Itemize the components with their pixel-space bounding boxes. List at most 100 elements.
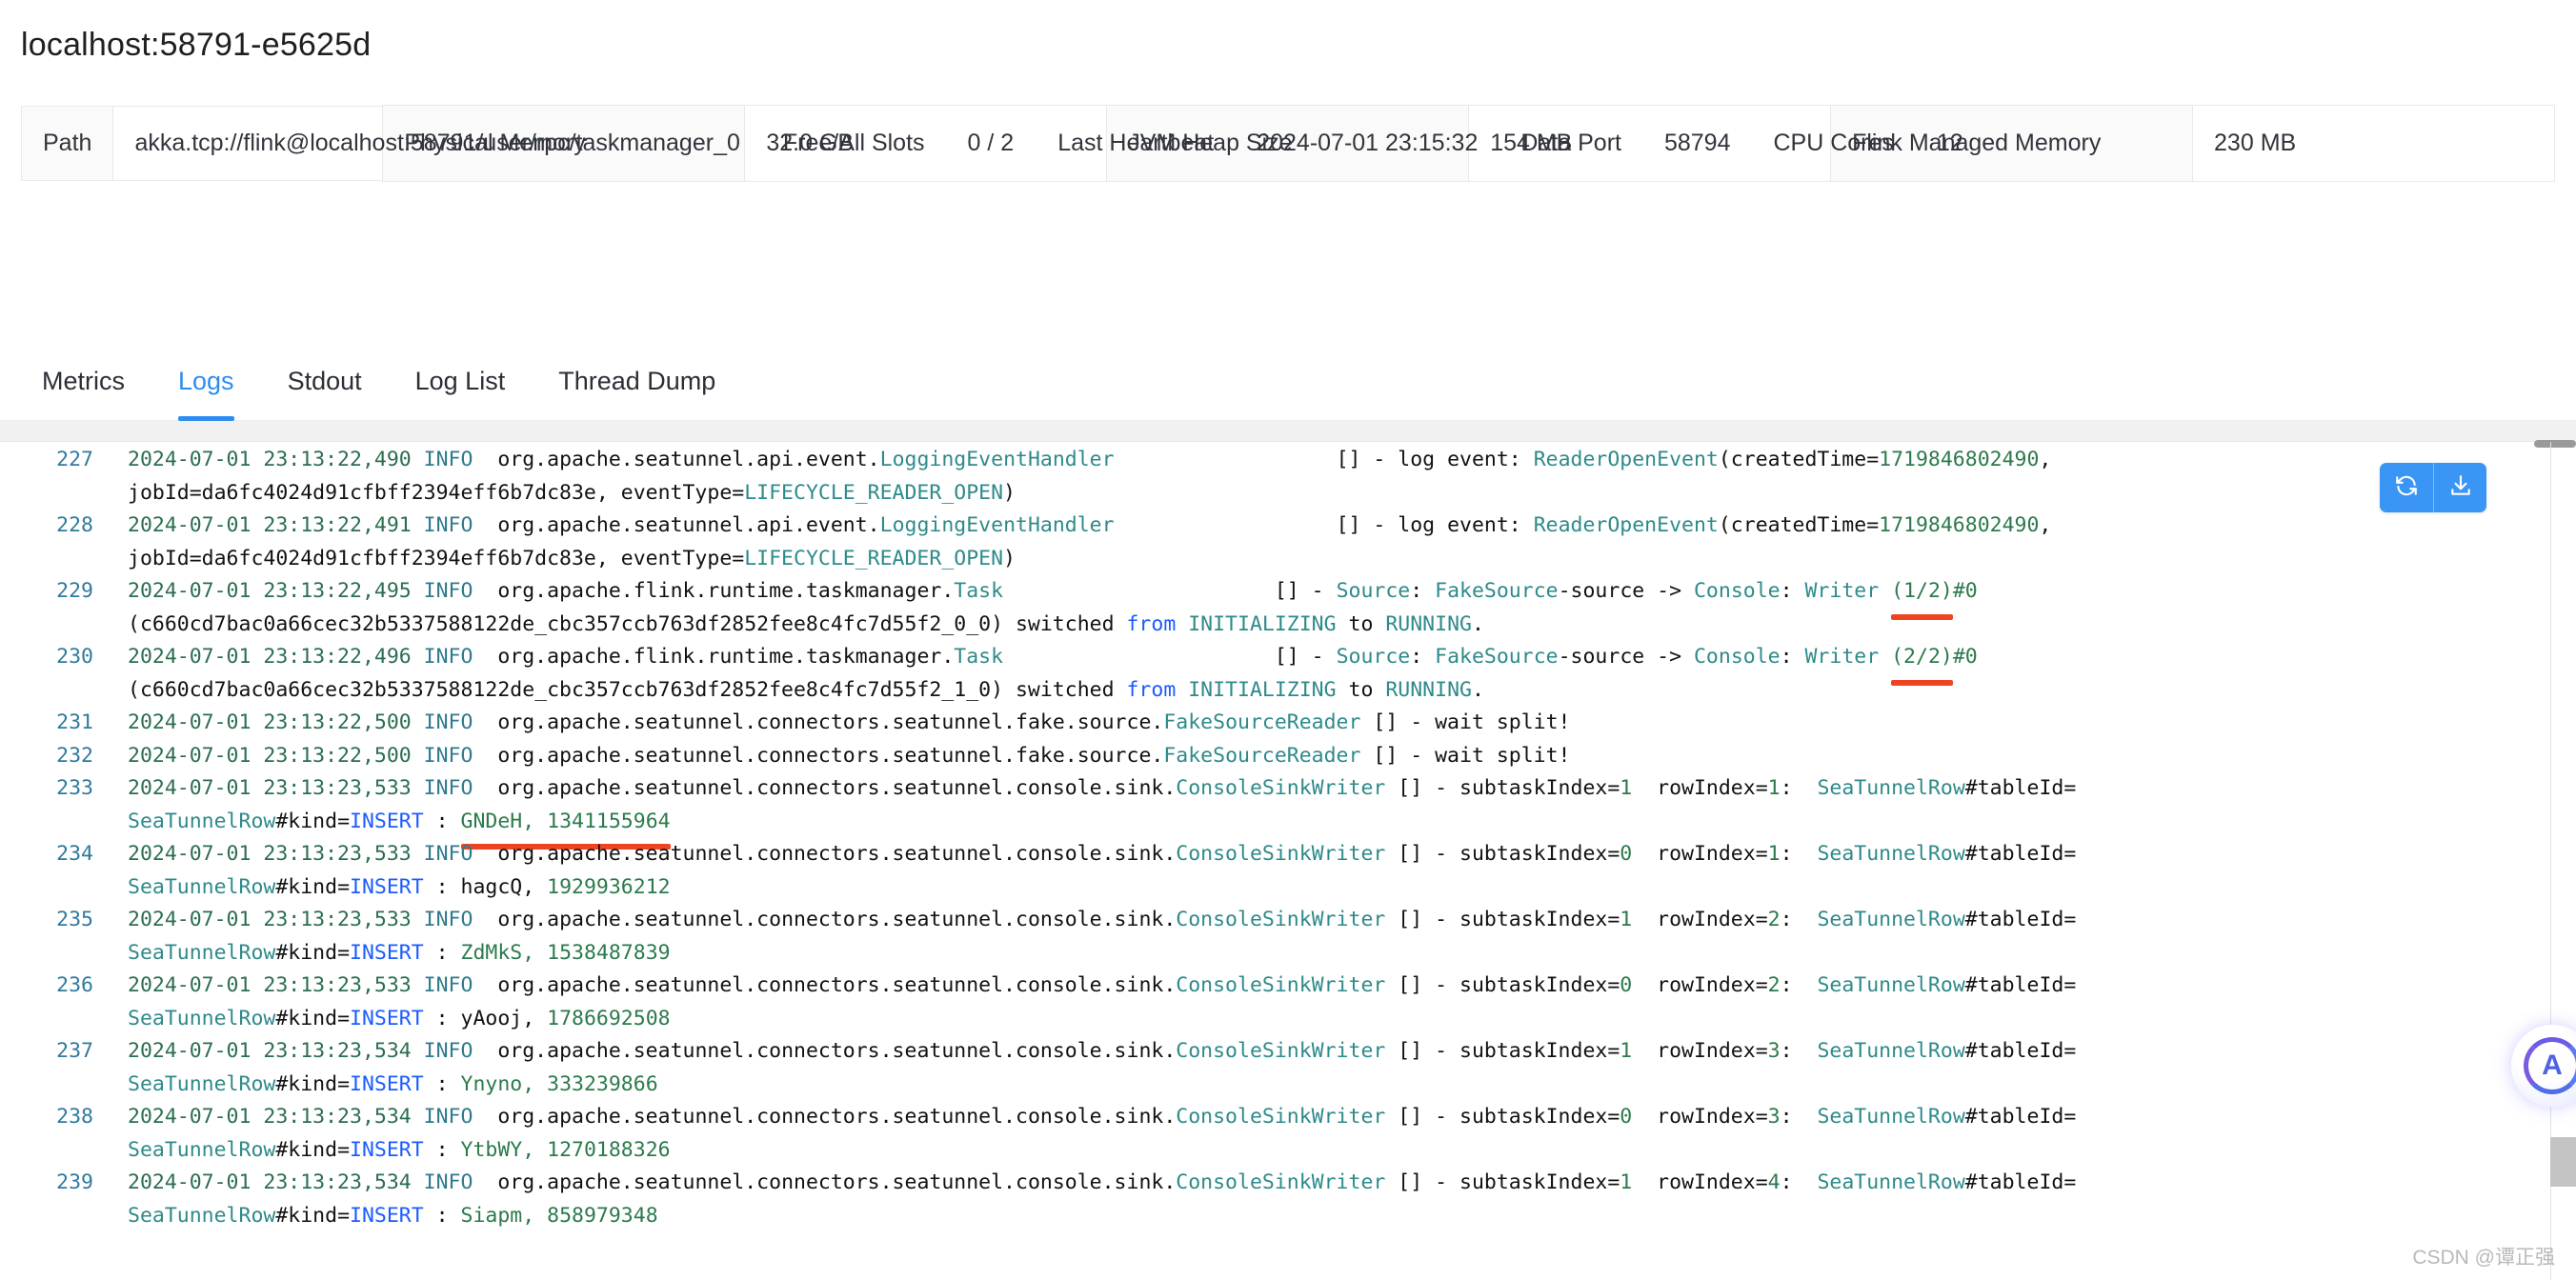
log-line-continuation: SeaTunnelRow#kind=INSERT : Ynyno, 333239… <box>0 1069 2576 1102</box>
log-token: #tableId= <box>1964 842 2077 866</box>
log-token: 2024-07-01 23:13:22,500 <box>128 743 424 768</box>
taskmanager-detail-page: localhost:58791-e5625d Pathakka.tcp://fl… <box>0 0 2576 1280</box>
tab-logs[interactable]: Logs <box>151 341 261 421</box>
log-token: INFO <box>423 579 486 603</box>
log-line: 227 2024-07-01 23:13:22,490 INFO org.apac… <box>0 444 2576 510</box>
log-line: 233 2024-07-01 23:13:23,533 INFO org.apac… <box>0 772 2576 850</box>
log-annotation-underline: (1/2) <box>1891 575 1953 619</box>
log-token: FakeSource <box>1435 645 1559 669</box>
log-token: INFO <box>423 908 486 931</box>
log-token: 1 <box>1767 776 1781 800</box>
log-token: 1 <box>1620 908 1633 931</box>
log-token: SeaTunnelRow <box>128 809 276 833</box>
log-token: ConsoleSinkWriter <box>1176 1170 1386 1194</box>
log-token: (c660cd7bac0a66cec32b5337588122de_cbc357… <box>128 677 1127 702</box>
log-token: org.apache.seatunnel.api.event. <box>485 448 880 471</box>
log-token: Task <box>954 579 1004 603</box>
log-content[interactable]: 227 2024-07-01 23:13:22,490 INFO org.apac… <box>0 444 2576 1232</box>
log-token: 2024-07-01 23:13:22,495 <box>128 579 424 603</box>
log-line-main: 234 2024-07-01 23:13:23,533 INFO org.apac… <box>0 838 2576 871</box>
log-token: , <box>2039 448 2052 471</box>
log-token: [] - subtaskIndex= <box>1385 1039 1620 1063</box>
log-line: 229 2024-07-01 23:13:22,495 INFO org.apac… <box>0 575 2576 641</box>
log-token: : <box>423 1071 461 1096</box>
log-token: from <box>1126 611 1177 636</box>
log-token: #kind= <box>275 1137 351 1162</box>
log-token: SeaTunnelRow <box>128 940 276 965</box>
log-token: Source <box>1336 579 1411 603</box>
log-line-number: 227 <box>56 448 93 471</box>
log-token: org.apache.seatunnel.api.event. <box>485 513 880 537</box>
log-token: [] - wait split! <box>1360 710 1571 734</box>
log-line-continuation: SeaTunnelRow#kind=INSERT : ZdMkS, 153848… <box>0 937 2576 970</box>
log-token: Siapm, 858979348 <box>460 1203 658 1228</box>
log-token: #tableId= <box>1964 776 2077 800</box>
log-token: : <box>1410 579 1436 603</box>
log-token: to <box>1336 611 1386 636</box>
log-token: 2024-07-01 23:13:22,500 <box>128 710 424 734</box>
log-token: 2024-07-01 23:13:22,496 <box>128 645 424 669</box>
log-annotation-underline: (2/2) <box>1891 641 1953 685</box>
log-token: ConsoleSinkWriter <box>1176 973 1386 997</box>
log-token: org.apache.seatunnel.connectors.seatunne… <box>485 842 1177 866</box>
log-token: : <box>1410 645 1436 669</box>
log-token: INFO <box>423 1170 486 1194</box>
log-token: [] - subtaskIndex= <box>1385 973 1620 997</box>
tab-metrics[interactable]: Metrics <box>15 341 151 421</box>
log-line: 230 2024-07-01 23:13:22,496 INFO org.apac… <box>0 641 2576 707</box>
log-horizontal-scrollbar[interactable] <box>0 421 2576 442</box>
log-token: #0 <box>1952 579 1978 603</box>
log-token: 0 <box>1620 842 1633 866</box>
log-token: 2024-07-01 23:13:23,533 <box>128 973 424 997</box>
log-token: rowIndex= <box>1632 908 1768 931</box>
tab-log-list[interactable]: Log List <box>389 341 533 421</box>
log-line-number: 233 <box>56 776 93 800</box>
log-token: : hagcQ, <box>423 874 548 899</box>
log-token: ReaderOpenEvent <box>1533 448 1719 471</box>
log-token: 1 <box>1767 842 1781 866</box>
refresh-button[interactable] <box>2380 463 2433 512</box>
log-line-continuation: SeaTunnelRow#kind=INSERT : GNDeH, 134115… <box>0 806 2576 850</box>
log-line-number: 230 <box>56 645 93 669</box>
log-token: LIFECYCLE_READER_OPEN <box>744 546 1004 570</box>
download-button[interactable] <box>2433 463 2486 512</box>
log-token: jobId=da6fc4024d91cfbff2394eff6b7dc83e, … <box>128 546 745 570</box>
log-token: [] - subtaskIndex= <box>1385 842 1620 866</box>
log-token: 1 <box>1620 1170 1633 1194</box>
log-token: #kind= <box>275 874 351 899</box>
tab-stdout[interactable]: Stdout <box>261 341 389 421</box>
log-token: 2024-07-01 23:13:22,491 <box>128 513 424 537</box>
log-token: (c660cd7bac0a66cec32b5337588122de_cbc357… <box>128 611 1127 636</box>
tab-bar: Metrics Logs Stdout Log List Thread Dump <box>0 341 2576 421</box>
log-token: [] - log event: <box>1114 448 1534 471</box>
log-token: Source <box>1336 645 1411 669</box>
log-token: 2024-07-01 23:13:23,533 <box>128 842 424 866</box>
log-token: 2024-07-01 23:13:23,533 <box>128 908 424 931</box>
log-token: INSERT <box>350 940 424 965</box>
log-line-main: 230 2024-07-01 23:13:22,496 INFO org.apac… <box>0 641 2576 685</box>
log-line-number: 239 <box>56 1170 93 1194</box>
log-token: Console <box>1693 645 1781 669</box>
log-token: #tableId= <box>1964 973 2077 997</box>
log-token: 3 <box>1767 1105 1781 1129</box>
log-token: : <box>423 940 461 965</box>
info-table-body: Pathakka.tcp://flink@localhost:58791/use… <box>20 105 2555 182</box>
log-token: LIFECYCLE_READER_OPEN <box>744 480 1004 505</box>
log-line-main: 233 2024-07-01 23:13:23,533 INFO org.apac… <box>0 772 2576 806</box>
log-line-main: 227 2024-07-01 23:13:22,490 INFO org.apac… <box>0 444 2576 477</box>
log-token: 0 <box>1620 973 1633 997</box>
log-token: ConsoleSinkWriter <box>1176 908 1386 931</box>
log-token: : <box>1780 776 1818 800</box>
log-token: 1 <box>1620 1039 1633 1063</box>
log-token: 2 <box>1767 973 1781 997</box>
log-token: #kind= <box>275 1006 351 1030</box>
log-token: [] - subtaskIndex= <box>1385 1105 1620 1129</box>
log-token: org.apache.seatunnel.connectors.seatunne… <box>485 743 1164 768</box>
log-token: ConsoleSinkWriter <box>1176 842 1386 866</box>
log-line-number: 237 <box>56 1039 93 1063</box>
log-token: SeaTunnelRow <box>1817 1039 1965 1063</box>
log-token: Console <box>1693 579 1781 603</box>
log-token: to <box>1336 677 1386 702</box>
tab-thread-dump[interactable]: Thread Dump <box>532 341 742 421</box>
log-token: [] - <box>1003 579 1337 603</box>
